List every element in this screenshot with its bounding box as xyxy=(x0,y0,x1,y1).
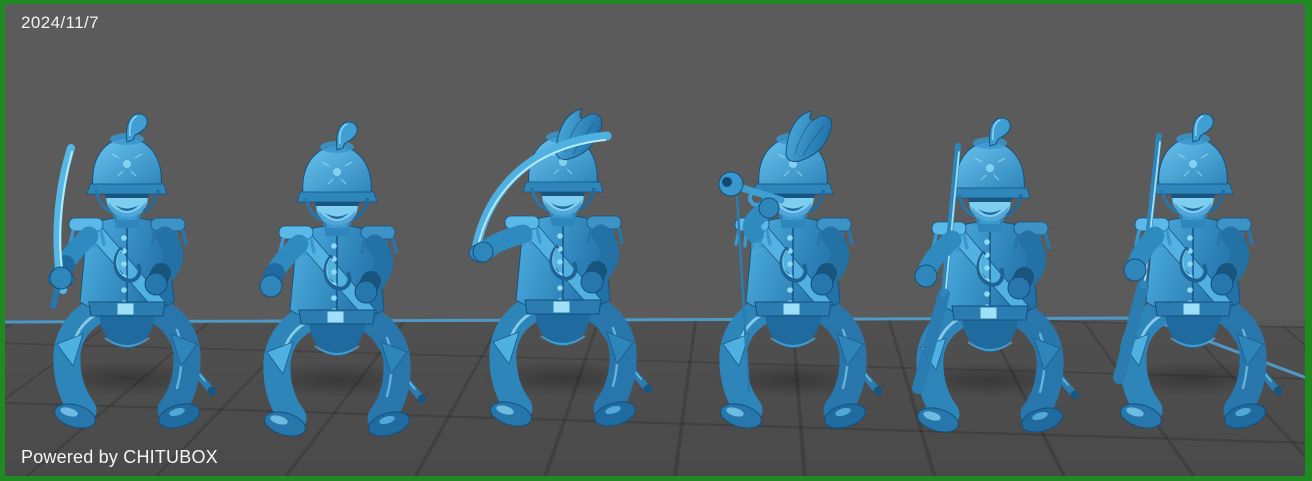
model-rider-reins[interactable] xyxy=(237,116,437,446)
viewport-3d[interactable]: 2024/11/7 Powered by CHITUBOX xyxy=(5,4,1305,476)
date-label: 2024/11/7 xyxy=(21,13,99,33)
model-rider-saber-raised[interactable] xyxy=(27,108,227,438)
chitubox-render-window: 2024/11/7 Powered by CHITUBOX xyxy=(0,0,1312,481)
model-rider-carbine-angled[interactable] xyxy=(1093,108,1293,438)
model-rider-carbine-vertical[interactable] xyxy=(890,112,1090,442)
model-trumpeter-bugle[interactable] xyxy=(693,108,893,438)
chitubox-watermark: Powered by CHITUBOX xyxy=(21,447,218,468)
model-officer-saber-swing[interactable] xyxy=(463,106,663,436)
